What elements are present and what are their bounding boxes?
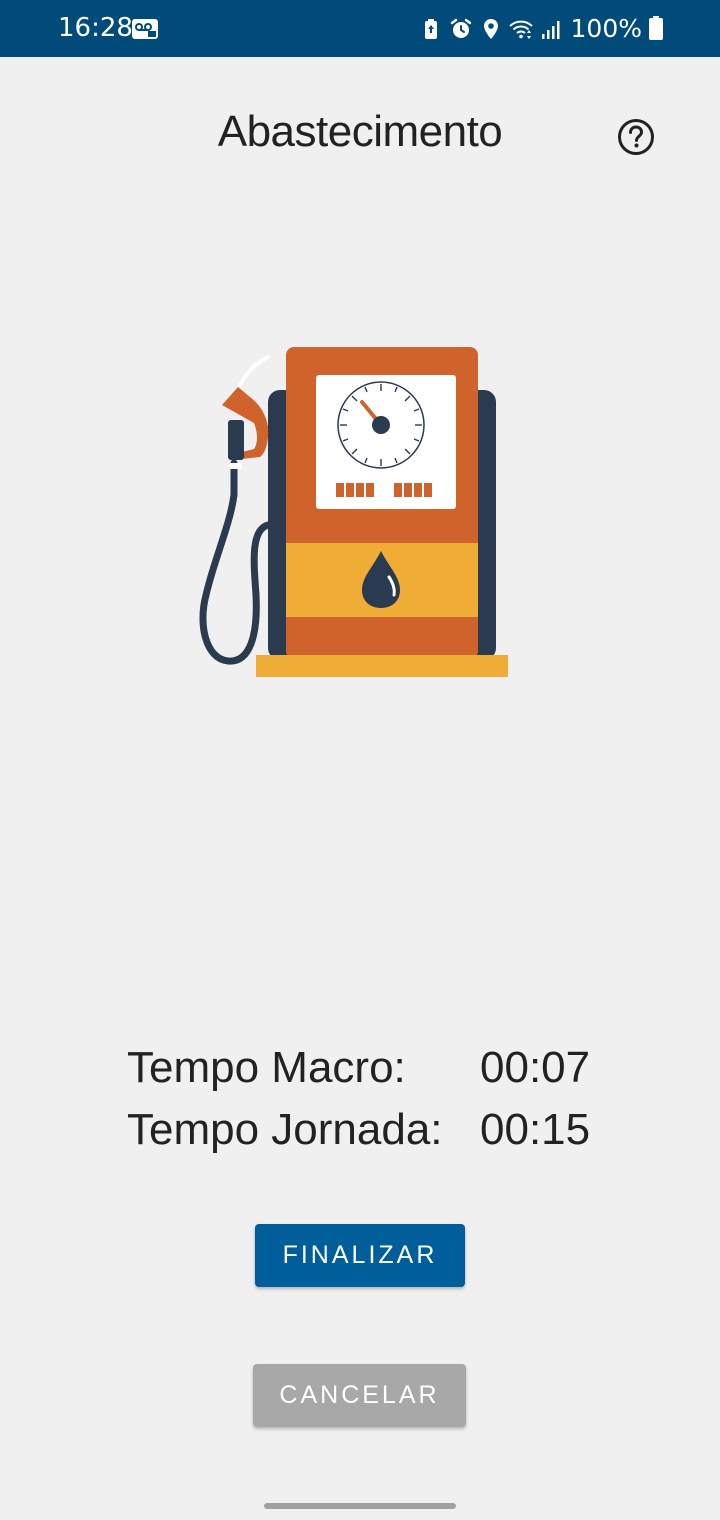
alarm-icon — [450, 18, 471, 38]
help-icon[interactable] — [616, 117, 656, 157]
battery-percentage: 100% — [570, 14, 642, 43]
location-icon — [483, 19, 498, 39]
finalizar-button[interactable]: FINALIZAR — [255, 1224, 465, 1287]
battery-saver-icon — [424, 19, 437, 39]
fuel-pump-illustration — [199, 347, 508, 677]
timers-panel: Tempo Macro: 00:07 Tempo Jornada: 00:15 — [127, 1038, 627, 1162]
timer-jornada-row: Tempo Jornada: 00:15 — [127, 1100, 627, 1162]
status-icons: 100% — [419, 14, 664, 44]
timer-macro-value: 00:07 — [480, 1043, 591, 1092]
status-time: 16:28 — [58, 13, 133, 43]
status-bar: 16:28 100% — [0, 0, 720, 57]
timer-jornada-value: 00:15 — [480, 1105, 591, 1154]
wifi-icon — [508, 20, 533, 39]
timer-macro-row: Tempo Macro: 00:07 — [127, 1038, 627, 1100]
page-title: Abastecimento — [217, 107, 503, 156]
gesture-nav-handle[interactable] — [264, 1503, 456, 1509]
voicemail-icon — [132, 19, 158, 39]
timer-jornada-label: Tempo Jornada: — [127, 1105, 443, 1154]
battery-icon — [649, 16, 663, 40]
timer-macro-label: Tempo Macro: — [127, 1043, 406, 1092]
cancelar-button[interactable]: CANCELAR — [253, 1364, 466, 1427]
signal-icon — [541, 21, 560, 39]
